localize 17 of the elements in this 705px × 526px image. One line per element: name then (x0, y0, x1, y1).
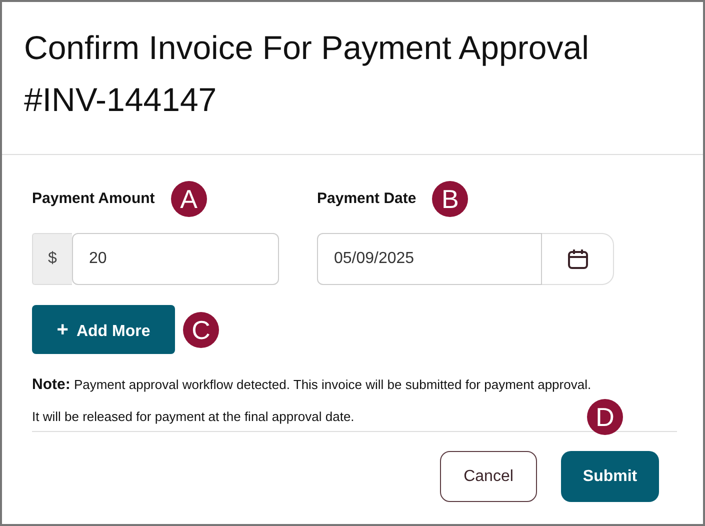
note-text: Note: Payment approval workflow detected. This invoice will be submitted for payment approval. (32, 375, 592, 395)
amount-field[interactable]: 20 (72, 233, 279, 285)
callout-marker: B (432, 181, 468, 217)
callout-marker: A (170, 181, 207, 217)
calendar-icon (566, 248, 588, 270)
cancel-button[interactable]: Cancel (440, 451, 537, 502)
add-more-button[interactable]: + Add More (32, 305, 175, 354)
callout-marker: D (587, 399, 623, 435)
submit-button[interactable]: Submit (561, 451, 659, 502)
date-field[interactable]: 05/09/2025 (317, 233, 542, 285)
dialog-title: Confirm Invoice For Payment Approval #INV-144147 (23, 28, 590, 120)
currency-prefix: $ (32, 233, 72, 285)
callout-marker: C (183, 312, 219, 348)
field-label: Payment Date (317, 188, 416, 209)
calendar-button[interactable] (542, 233, 614, 285)
field-label: Payment Amount (32, 188, 155, 209)
note-text: It will be released for payment at the final approval date. (32, 408, 354, 426)
